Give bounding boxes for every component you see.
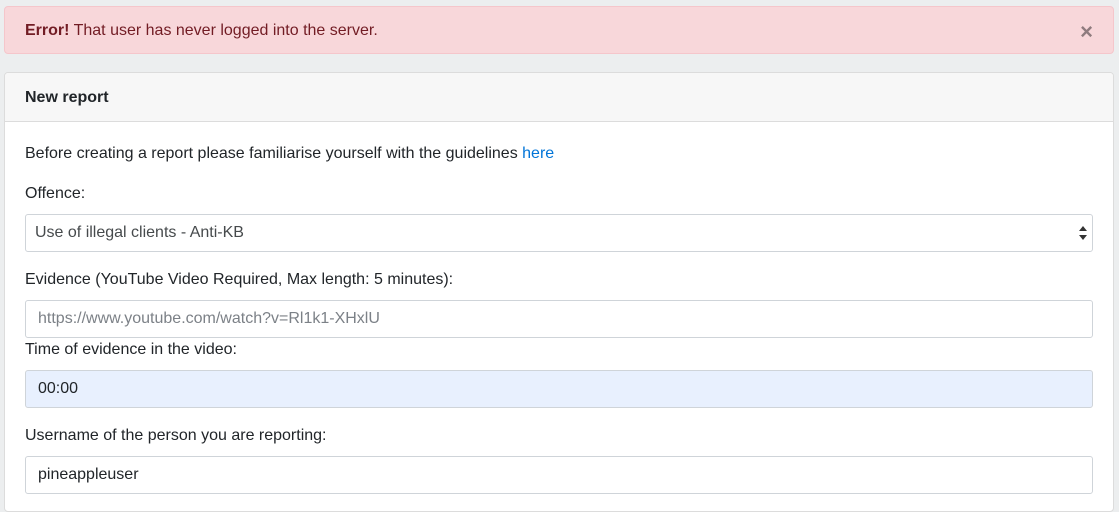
new-report-card: New report Before creating a report plea… [4,72,1114,512]
time-label: Time of evidence in the video: [25,341,237,358]
select-arrows-icon [1079,226,1087,240]
username-label: Username of the person you are reporting… [25,427,327,444]
guidelines-link[interactable]: here [522,145,554,162]
close-icon[interactable]: × [1080,7,1093,55]
username-input[interactable] [25,456,1093,494]
offence-select[interactable]: Use of illegal clients - Anti-KB [25,214,1093,252]
offence-selected-value: Use of illegal clients - Anti-KB [35,224,244,241]
intro-text-label: Before creating a report please familiar… [25,145,523,162]
intro-text: Before creating a report please familiar… [25,144,554,164]
card-title: New report [5,73,1113,122]
error-alert: Error! That user has never logged into t… [4,6,1114,54]
alert-message: That user has never logged into the serv… [69,22,378,39]
evidence-label: Evidence (YouTube Video Required, Max le… [25,271,454,288]
evidence-url-input[interactable] [25,300,1093,338]
offence-label: Offence: [25,185,86,202]
time-input[interactable] [25,370,1093,408]
alert-strong: Error! [25,22,70,39]
